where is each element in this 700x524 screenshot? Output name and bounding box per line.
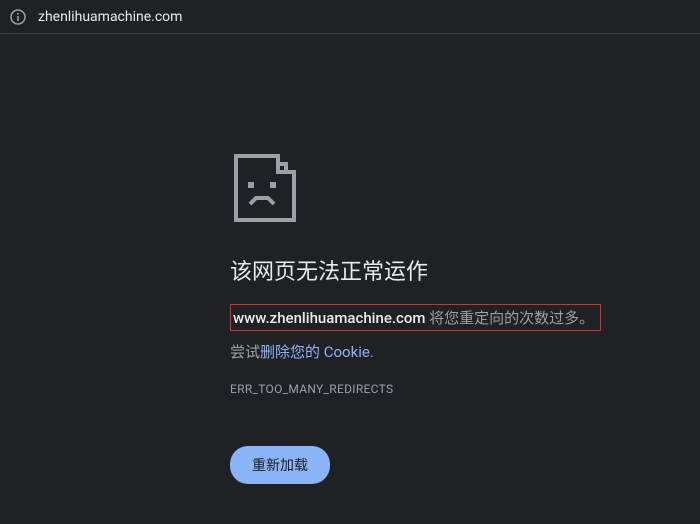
suggestion-prefix: 尝试 <box>230 343 260 361</box>
clear-cookies-link[interactable]: 删除您的 Cookie <box>260 343 370 361</box>
url-text[interactable]: zhenlihuamachine.com <box>38 9 182 25</box>
error-content: 该网页无法正常运作 www.zhenlihuamachine.com 将您重定向… <box>0 34 700 484</box>
error-domain: www.zhenlihuamachine.com <box>233 309 425 327</box>
error-message-text: 将您重定向的次数过多。 <box>425 309 594 327</box>
reload-button[interactable]: 重新加载 <box>230 446 330 484</box>
sad-page-icon <box>230 152 302 224</box>
error-message: www.zhenlihuamachine.com 将您重定向的次数过多。 <box>230 304 601 331</box>
error-heading: 该网页无法正常运作 <box>230 254 700 286</box>
info-icon[interactable] <box>10 9 26 25</box>
error-code: ERR_TOO_MANY_REDIRECTS <box>230 382 700 396</box>
error-suggestion: 尝试删除您的 Cookie. <box>230 341 700 362</box>
address-bar[interactable]: zhenlihuamachine.com <box>0 0 700 34</box>
suggestion-suffix: . <box>370 343 374 361</box>
